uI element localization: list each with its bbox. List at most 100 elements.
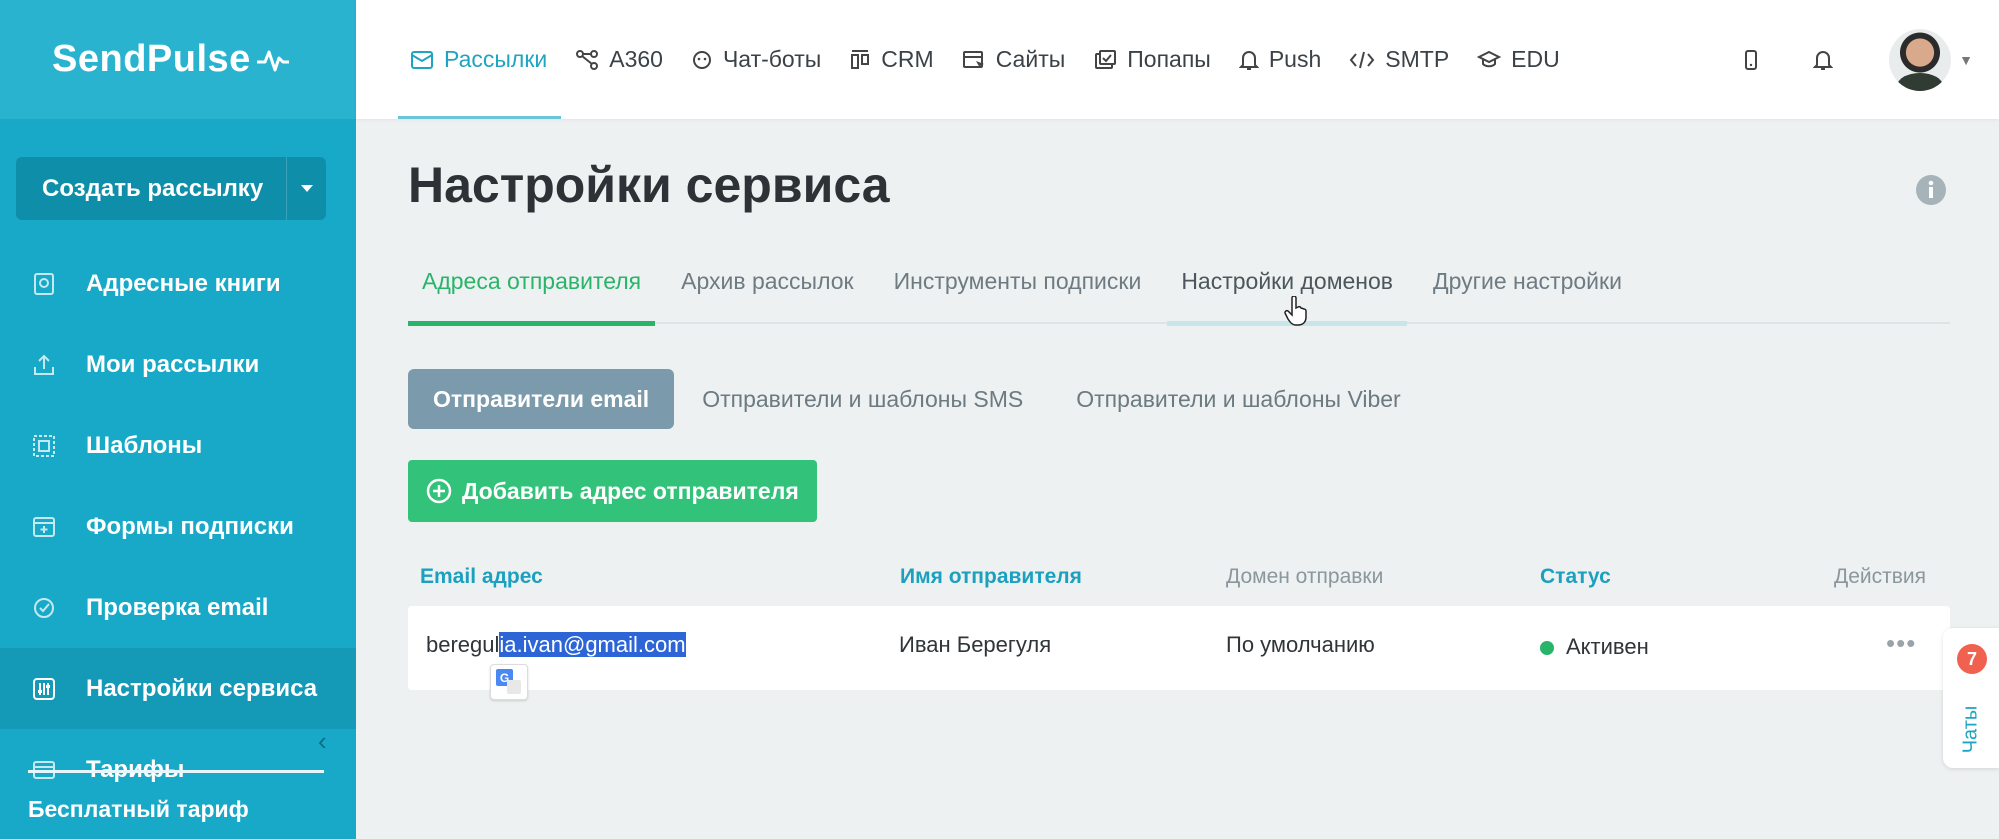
code-icon [1349,49,1375,71]
notifications-bell-icon[interactable] [1787,49,1859,71]
tab-sender-addresses[interactable]: Адреса отправителя [408,258,656,326]
sidebar-item-address-books[interactable]: Адресные книги [0,243,356,324]
current-plan[interactable]: Бесплатный тариф [28,796,249,823]
collapse-sidebar-icon[interactable]: ‹ [318,726,327,757]
sidebar: SendPulse Создать рассылку Адресные книг… [0,0,356,839]
info-icon[interactable] [1915,174,1947,211]
hand-cursor-icon [1284,295,1308,331]
caret-down-icon [300,184,313,192]
topnav-label: CRM [881,46,934,72]
sidebar-item-label: Настройки сервиса [86,674,318,702]
template-icon [30,432,58,460]
sidebar-item-label: Шаблоны [86,431,203,459]
email-cell[interactable]: beregulia.ivan@gmail.com [426,632,686,658]
sender-name-cell: Иван Берегуля [899,632,1052,657]
settings-tabs: Адреса отправителя Архив рассылок Инстру… [408,258,1950,326]
popup-icon [1093,49,1117,71]
status-dot [1540,641,1554,656]
sidebar-item-service-settings[interactable]: Настройки сервиса [0,648,356,729]
topnav-label: Сайты [995,46,1066,72]
top-bar-right: ▼ [1715,0,1999,119]
plus-circle-icon [426,478,452,504]
topnav-label: Push [1268,46,1322,72]
sidebar-item-my-campaigns[interactable]: Мои рассылки [0,324,356,405]
topnav-item-chatbots[interactable]: Чат-боты [677,0,835,119]
column-status: Статус [1540,565,1611,588]
sidebar-item-subscription-forms[interactable]: Формы подписки [0,486,356,567]
table-row[interactable]: beregulia.ivan@gmail.com Иван Берегуля П… [408,606,1950,690]
sidebar-item-label: Адресные книги [86,269,281,297]
top-nav: Рассылки А360 Чат-боты CRM Сайты Попапы … [356,0,1574,119]
column-sender-name: Имя отправителя [900,565,1082,588]
create-campaign-button[interactable]: Создать рассылку [16,157,326,220]
email-selected-text: ia.ivan@gmail.com [499,632,686,657]
topnav-item-popups[interactable]: Попапы [1079,0,1225,119]
chevron-down-icon[interactable]: ▼ [1959,52,1973,68]
mail-icon [410,50,434,70]
topnav-item-smtp[interactable]: SMTP [1335,0,1463,119]
topnav-label: Рассылки [444,46,548,72]
pulse-icon [256,50,289,71]
logo[interactable]: SendPulse [0,0,356,119]
column-domain: Домен отправки [1226,565,1384,588]
column-email: Email адрес [420,565,543,588]
topnav-label: А360 [609,46,663,72]
add-sender-label: Добавить адрес отправителя [462,477,799,504]
row-actions-menu-icon[interactable]: ••• [1886,628,1916,659]
chats-widget[interactable]: 7 Чаты [1943,628,1999,768]
sidebar-item-templates[interactable]: Шаблоны [0,405,356,486]
address-book-icon [30,270,58,298]
sites-icon [962,49,986,71]
table-header: Email адрес Имя отправителя Домен отправ… [420,565,1940,595]
column-actions: Действия [1834,565,1927,588]
subtab-viber-senders[interactable]: Отправители и шаблоны Viber [1051,369,1425,429]
chats-count-badge: 7 [1957,644,1987,674]
sidebar-item-label: Мои рассылки [86,350,260,378]
automation-icon [575,49,599,71]
subtab-email-senders[interactable]: Отправители email [408,369,675,429]
brand-name: SendPulse [52,38,251,80]
topnav-item-sites[interactable]: Сайты [948,0,1080,119]
sidebar-nav: Адресные книги Мои рассылки Шаблоны Форм… [0,243,356,810]
form-icon [30,513,58,541]
subtab-sms-senders[interactable]: Отправители и шаблоны SMS [677,369,1048,429]
status-cell: Активен [1540,634,1649,660]
crm-icon [849,49,871,71]
google-translate-icon[interactable]: G [490,664,528,700]
topnav-item-campaigns[interactable]: Рассылки [356,0,562,119]
top-bar: Рассылки А360 Чат-боты CRM Сайты Попапы … [356,0,1999,119]
check-icon [30,594,58,622]
tab-other-settings[interactable]: Другие настройки [1419,258,1636,324]
chatbot-icon [691,49,713,71]
sliders-icon [30,675,58,703]
sidebar-item-email-verification[interactable]: Проверка email [0,567,356,648]
chats-label-text: Чаты [1959,705,1982,753]
topnav-item-a360[interactable]: А360 [561,0,677,119]
topnav-item-crm[interactable]: CRM [835,0,947,119]
create-campaign-dropdown[interactable] [286,157,326,220]
tab-campaign-archive[interactable]: Архив рассылок [667,258,867,324]
sidebar-divider [28,770,324,773]
upload-icon [30,351,58,379]
tab-subscription-tools[interactable]: Инструменты подписки [880,258,1156,324]
email-prefix: beregul [426,632,500,657]
mobile-icon[interactable] [1715,49,1787,71]
user-avatar[interactable] [1889,28,1952,91]
add-sender-button[interactable]: Добавить адрес отправителя [408,460,817,522]
topnav-item-push[interactable]: Push [1225,0,1335,119]
sender-subtabs: Отправители email Отправители и шаблоны … [408,369,1429,429]
chats-label: Чаты [1949,694,1993,764]
create-campaign-label: Создать рассылку [42,174,264,202]
topnav-item-edu[interactable]: EDU [1463,0,1574,119]
status-badge: Активен [1566,634,1649,659]
graduation-cap-icon [1477,49,1502,71]
page-title: Настройки сервиса [408,157,890,213]
sidebar-item-label: Проверка email [86,593,269,621]
domain-cell: По умолчанию [1226,632,1375,657]
topnav-label: Чат-боты [722,46,822,72]
sidebar-item-label: Формы подписки [86,512,294,540]
topnav-label: SMTP [1385,46,1450,72]
topnav-label: Попапы [1127,46,1211,72]
bell-icon [1238,49,1259,71]
topnav-label: EDU [1511,46,1560,72]
